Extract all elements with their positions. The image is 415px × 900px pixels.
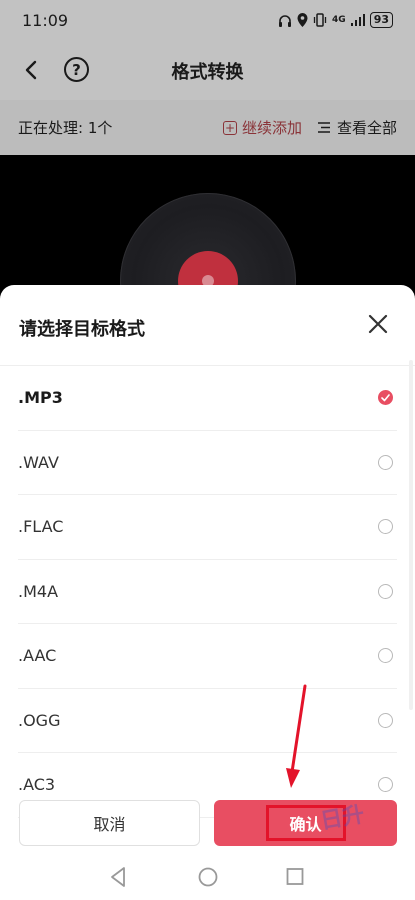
battery-indicator: 93 bbox=[369, 12, 393, 28]
processing-bar: 正在处理: 1个 + 继续添加 查看全部 bbox=[0, 100, 415, 155]
add-more-button[interactable]: + 继续添加 bbox=[222, 117, 302, 138]
headphones-icon bbox=[279, 14, 292, 27]
close-icon[interactable] bbox=[367, 313, 389, 335]
radio-unchecked-icon[interactable] bbox=[378, 519, 393, 535]
processing-count: 正在处理: 1个 bbox=[18, 119, 113, 137]
status-bar: 11:09 4G 93 bbox=[0, 0, 415, 40]
signal-icon bbox=[350, 14, 365, 26]
status-time: 11:09 bbox=[22, 10, 69, 30]
page-title: 格式转换 bbox=[171, 62, 244, 83]
radio-unchecked-icon[interactable] bbox=[378, 648, 393, 664]
system-home-icon[interactable] bbox=[197, 866, 219, 888]
format-option-m4a[interactable]: .M4A bbox=[18, 560, 397, 624]
player-area bbox=[0, 155, 415, 300]
list-icon bbox=[317, 122, 330, 133]
system-recents-icon[interactable] bbox=[285, 866, 305, 888]
vibrate-icon bbox=[313, 13, 327, 27]
format-option-aac[interactable]: .AAC bbox=[18, 624, 397, 689]
status-icons: 4G 93 bbox=[278, 12, 393, 28]
radio-unchecked-icon[interactable] bbox=[378, 712, 393, 728]
radio-unchecked-icon[interactable] bbox=[378, 454, 393, 470]
format-option-ogg[interactable]: .OGG bbox=[18, 689, 397, 753]
format-label: .AC3 bbox=[18, 775, 56, 795]
system-back-icon[interactable] bbox=[108, 866, 128, 888]
add-more-label: 继续添加 bbox=[241, 119, 302, 137]
cancel-button[interactable]: 取消 bbox=[19, 800, 200, 846]
location-icon bbox=[297, 13, 308, 27]
radio-unchecked-icon[interactable] bbox=[378, 777, 393, 793]
format-label: .AAC bbox=[18, 646, 57, 666]
nav-bar: ? 格式转换 bbox=[0, 40, 415, 100]
system-nav-bar bbox=[0, 858, 415, 898]
scrollbar[interactable] bbox=[409, 360, 413, 710]
view-all-button[interactable]: 查看全部 bbox=[317, 117, 397, 138]
format-option-mp3[interactable]: .MP3 bbox=[18, 366, 397, 431]
format-label: .M4A bbox=[18, 581, 59, 601]
sheet-title: 请选择目标格式 bbox=[19, 319, 145, 340]
format-label: .WAV bbox=[18, 452, 59, 472]
format-option-flac[interactable]: .FLAC bbox=[18, 495, 397, 560]
network-type: 4G bbox=[332, 15, 346, 25]
format-list: .MP3 .WAV .FLAC .M4A .AAC .OGG .AC3 bbox=[18, 366, 397, 818]
format-label: .MP3 bbox=[18, 388, 63, 408]
format-label: .FLAC bbox=[18, 517, 64, 537]
radio-unchecked-icon[interactable] bbox=[378, 583, 393, 599]
vinyl-record-image bbox=[120, 193, 296, 300]
view-all-label: 查看全部 bbox=[336, 119, 397, 137]
plus-square-icon: + bbox=[222, 120, 237, 135]
confirm-button[interactable]: 确认 bbox=[214, 800, 397, 846]
radio-checked-icon[interactable] bbox=[378, 390, 393, 406]
format-option-wav[interactable]: .WAV bbox=[18, 431, 397, 495]
format-label: .OGG bbox=[18, 710, 61, 730]
